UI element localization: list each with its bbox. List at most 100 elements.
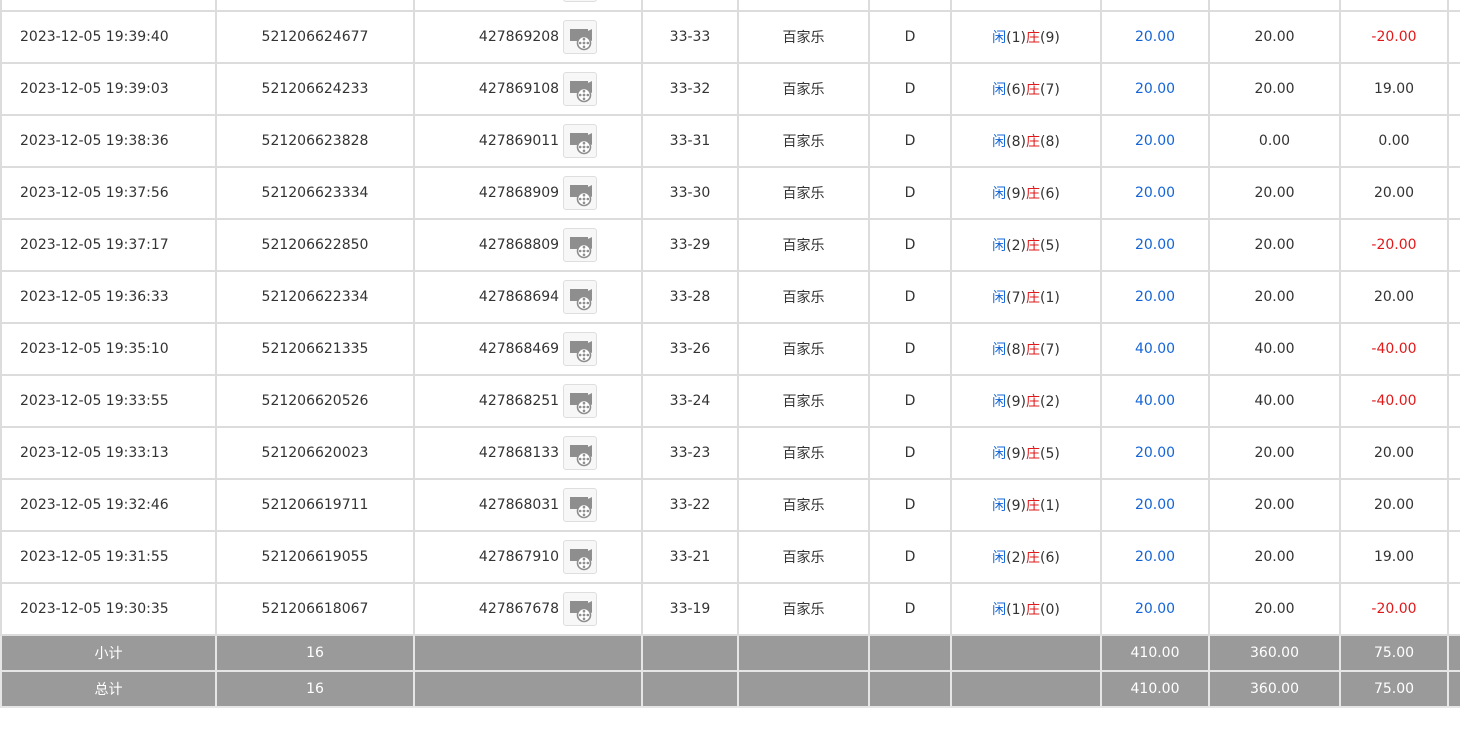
total-row: 总计 16 410.00 360.00 75.00 [0, 670, 1460, 708]
subtotal-row: 小计 16 410.00 360.00 75.00 [0, 634, 1460, 672]
bet-time: 2023-12-05 19:33:55 [20, 393, 169, 409]
video-replay-icon[interactable] [563, 436, 598, 470]
video-replay-icon-graphic [570, 29, 593, 51]
round-id-cell: 427869108 [413, 62, 643, 116]
video-replay-icon[interactable] [563, 124, 598, 158]
table-number-cell: 33-22 [641, 478, 739, 532]
table-row: 2023-12-05 19:37:56 521206623334 427868909… [0, 166, 1460, 220]
result-cell[interactable]: 闲(1)庄(0) [950, 582, 1102, 636]
round-id-cell: 427868469 [413, 322, 643, 376]
video-replay-icon-graphic [570, 393, 593, 415]
game-name: 百家乐 [782, 602, 825, 618]
banker-label: 庄 [1026, 446, 1040, 462]
result-cell[interactable]: 闲(1)庄(9) [950, 10, 1102, 64]
result-cell[interactable]: 闲(9)庄(6) [950, 166, 1102, 220]
video-replay-icon[interactable] [563, 280, 598, 314]
banker-label: 庄 [1026, 238, 1040, 254]
round-id: 427868694 [478, 289, 560, 305]
bet-id-cell: 521206622850 [215, 218, 415, 272]
seat-cell: D [868, 166, 952, 220]
result-cell[interactable]: 闲(2)庄(6) [950, 530, 1102, 584]
subtotal-label-cell: 小计 [0, 634, 217, 672]
round-id-cell: 427867678 [413, 582, 643, 636]
result-cell[interactable]: 闲(5)庄(3) [950, 0, 1102, 12]
seat-cell: D [868, 0, 952, 12]
table-number-cell: 33-29 [641, 218, 739, 272]
video-replay-icon[interactable] [563, 20, 598, 54]
video-replay-icon[interactable] [563, 72, 598, 106]
subtotal-empty-cell [950, 634, 1102, 672]
subtotal-empty-cell [413, 634, 643, 672]
valid-bet: 20.00 [1254, 237, 1295, 253]
table-row: 2023-12-05 19:36:33 521206622334 427868694… [0, 270, 1460, 324]
game-name-cell: 百家乐 [737, 530, 870, 584]
total-count-cell: 16 [215, 670, 415, 708]
extra-column-cell [1447, 0, 1460, 12]
video-replay-icon[interactable] [563, 488, 598, 522]
video-replay-icon-graphic [570, 237, 593, 259]
seat-cell: D [868, 426, 952, 480]
result-cell[interactable]: 闲(8)庄(8) [950, 114, 1102, 168]
video-replay-icon[interactable] [563, 540, 598, 574]
bet-amount: 20.00 [1134, 185, 1176, 201]
seat-cell: D [868, 62, 952, 116]
total-empty-cell [413, 670, 643, 708]
bet-amount-cell: 20.00 [1100, 478, 1210, 532]
subtotal-empty-cell [737, 634, 870, 672]
bet-records-table: 2023-12-05 19:40:22521206625111427869303… [0, 0, 1460, 708]
table-number: 33-23 [669, 445, 711, 461]
video-replay-icon-graphic [570, 445, 593, 467]
bet-time: 2023-12-05 19:37:17 [20, 237, 169, 253]
seat: D [904, 133, 916, 149]
player-score: (1) [1006, 30, 1026, 46]
bet-amount-cell: 20.00 [1100, 62, 1210, 116]
table-number-cell: 33-34 [641, 0, 739, 12]
win-loss: -20.00 [1371, 601, 1417, 617]
bet-time-cell: 2023-12-05 19:36:33 [0, 270, 217, 324]
banker-label: 庄 [1026, 290, 1040, 306]
result-cell[interactable]: 闲(2)庄(5) [950, 218, 1102, 272]
seat-cell: D [868, 218, 952, 272]
win-loss: 20.00 [1373, 185, 1415, 201]
valid-bet-cell: 20.00 [1208, 478, 1341, 532]
total-empty-cell [868, 670, 952, 708]
player-score: (9) [1006, 186, 1026, 202]
bet-time-cell: 2023-12-05 19:33:13 [0, 426, 217, 480]
bet-records-body: 2023-12-05 19:40:22521206625111427869303… [0, 0, 1460, 708]
video-replay-icon[interactable] [563, 176, 598, 210]
table-number-cell: 33-19 [641, 582, 739, 636]
result-cell[interactable]: 闲(9)庄(2) [950, 374, 1102, 428]
seat: D [904, 185, 916, 201]
result-cell[interactable]: 闲(9)庄(1) [950, 478, 1102, 532]
video-replay-icon[interactable] [563, 332, 598, 366]
result-cell[interactable]: 闲(7)庄(1) [950, 270, 1102, 324]
seat: D [904, 497, 916, 513]
video-replay-icon[interactable] [563, 384, 598, 418]
valid-bet-cell: 40.00 [1208, 374, 1341, 428]
game-name-cell: 百家乐 [737, 478, 870, 532]
game-name: 百家乐 [782, 394, 825, 410]
video-replay-icon[interactable] [563, 592, 598, 626]
bet-amount: 20.00 [1134, 289, 1176, 305]
game-name: 百家乐 [782, 134, 825, 150]
video-replay-icon-graphic [570, 289, 593, 311]
bet-time: 2023-12-05 19:39:40 [20, 29, 169, 45]
result-cell[interactable]: 闲(8)庄(7) [950, 322, 1102, 376]
round-id: 427869208 [478, 29, 560, 45]
video-replay-icon-graphic [570, 81, 593, 103]
table-number: 33-30 [669, 185, 711, 201]
win-loss-cell: -40.00 [1339, 322, 1449, 376]
subtotal-count: 16 [306, 645, 324, 661]
result-cell[interactable]: 闲(9)庄(5) [950, 426, 1102, 480]
video-replay-icon[interactable] [563, 0, 598, 2]
result-cell[interactable]: 闲(6)庄(7) [950, 62, 1102, 116]
banker-score: (5) [1040, 446, 1060, 462]
extra-column-cell [1447, 478, 1460, 532]
video-replay-icon[interactable] [563, 228, 598, 262]
bet-id: 521206620023 [261, 445, 369, 461]
seat: D [904, 29, 916, 45]
player-score: (8) [1006, 134, 1026, 150]
bet-records-table-wrapper: 2023-12-05 19:40:22521206625111427869303… [0, 0, 1460, 708]
player-score: (2) [1006, 550, 1026, 566]
video-replay-icon-graphic [570, 497, 593, 519]
